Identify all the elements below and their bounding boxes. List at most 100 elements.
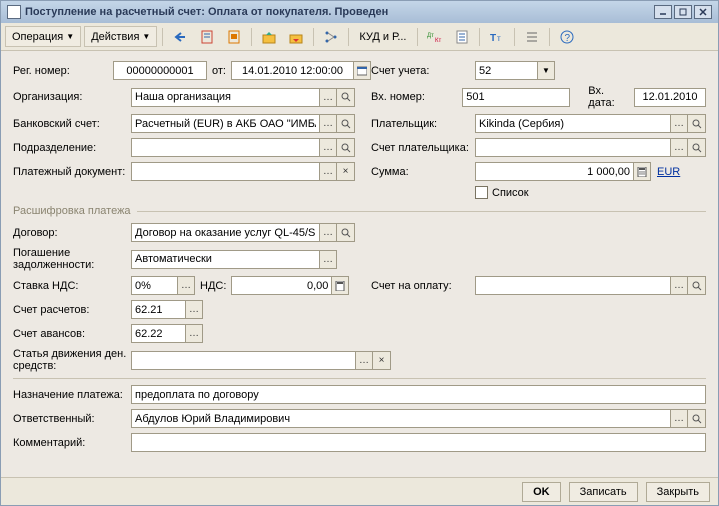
pogashenie-field[interactable] bbox=[131, 250, 319, 269]
actions-label: Действия bbox=[91, 31, 139, 43]
ellipsis-icon[interactable]: … bbox=[670, 409, 688, 428]
label-subdiv: Подразделение: bbox=[13, 142, 131, 154]
close-button[interactable] bbox=[694, 5, 712, 19]
payer-acct-field[interactable] bbox=[475, 138, 670, 157]
back-button[interactable] bbox=[168, 26, 192, 47]
magnify-icon[interactable] bbox=[337, 223, 355, 242]
ellipsis-icon[interactable]: … bbox=[670, 114, 688, 133]
operation-label: Операция bbox=[12, 31, 63, 43]
cashflow-field[interactable] bbox=[131, 351, 355, 370]
label-bank-acct: Банковский счет: bbox=[13, 118, 131, 130]
chevron-down-icon: ▼ bbox=[66, 32, 74, 41]
magnify-icon[interactable] bbox=[688, 114, 706, 133]
spisok-checkbox[interactable] bbox=[475, 186, 488, 199]
pay-doc-field[interactable] bbox=[131, 162, 319, 181]
label-invoice: Счет на оплату: bbox=[371, 280, 475, 292]
tt-button[interactable]: Tт bbox=[485, 26, 509, 47]
subdiv-field[interactable] bbox=[131, 138, 319, 157]
label-vat-rate: Ставка НДС: bbox=[13, 280, 131, 292]
ellipsis-icon[interactable]: … bbox=[319, 138, 337, 157]
label-org: Организация: bbox=[13, 91, 131, 103]
label-payer-acct: Счет плательщика: bbox=[371, 142, 475, 154]
footer: OK Записать Закрыть bbox=[1, 477, 718, 505]
label-summa: Сумма: bbox=[371, 166, 475, 178]
help-button[interactable]: ? bbox=[555, 26, 579, 47]
magnify-icon[interactable] bbox=[688, 409, 706, 428]
label-responsible: Ответственный: bbox=[13, 413, 131, 425]
actions-menu[interactable]: Действия ▼ bbox=[84, 26, 157, 47]
ok-button[interactable]: OK bbox=[522, 482, 561, 502]
orange-doc-button[interactable] bbox=[222, 26, 246, 47]
clear-icon[interactable]: × bbox=[337, 162, 355, 181]
comment-field[interactable] bbox=[131, 433, 706, 452]
label-acct-advance: Счет авансов: bbox=[13, 328, 131, 340]
reg-number-field[interactable] bbox=[113, 61, 207, 80]
vh-nomer-field[interactable] bbox=[462, 88, 570, 107]
magnify-icon[interactable] bbox=[337, 88, 355, 107]
ellipsis-icon[interactable]: … bbox=[355, 351, 373, 370]
label-contract: Договор: bbox=[13, 227, 131, 239]
save-button[interactable]: Записать bbox=[569, 482, 638, 502]
vat-rate-field[interactable] bbox=[131, 276, 177, 295]
label-uchet: Счет учета: bbox=[371, 65, 475, 77]
dtkt-button[interactable]: ДтКт bbox=[423, 26, 447, 47]
ellipsis-icon[interactable]: … bbox=[185, 324, 203, 343]
ellipsis-icon[interactable]: … bbox=[319, 88, 337, 107]
label-vh-nomer: Вх. номер: bbox=[371, 91, 462, 103]
magnify-icon[interactable] bbox=[337, 114, 355, 133]
label-purpose: Назначение платежа: bbox=[13, 389, 131, 401]
folder-up-button[interactable] bbox=[257, 26, 281, 47]
calculator-icon[interactable] bbox=[331, 276, 349, 295]
list-button[interactable] bbox=[520, 26, 544, 47]
ellipsis-icon[interactable]: … bbox=[185, 300, 203, 319]
document-button[interactable] bbox=[195, 26, 219, 47]
ellipsis-icon[interactable]: … bbox=[319, 162, 337, 181]
close-footer-button[interactable]: Закрыть bbox=[646, 482, 710, 502]
folder-down-button[interactable] bbox=[284, 26, 308, 47]
magnify-icon[interactable] bbox=[688, 138, 706, 157]
invoice-field[interactable] bbox=[475, 276, 670, 295]
tree-button[interactable] bbox=[319, 26, 343, 47]
ellipsis-icon[interactable]: … bbox=[670, 276, 688, 295]
purpose-field[interactable] bbox=[131, 385, 706, 404]
contract-field[interactable] bbox=[131, 223, 319, 242]
payer-field[interactable] bbox=[475, 114, 670, 133]
sheet-button[interactable] bbox=[450, 26, 474, 47]
label-spisok: Список bbox=[492, 187, 529, 199]
ellipsis-icon[interactable]: … bbox=[319, 114, 337, 133]
label-payer: Плательщик: bbox=[371, 118, 475, 130]
kud-label: КУД и Р... bbox=[359, 31, 406, 43]
magnify-icon[interactable] bbox=[337, 138, 355, 157]
window-title: Поступление на расчетный счет: Оплата от… bbox=[25, 6, 388, 18]
magnify-icon[interactable] bbox=[688, 276, 706, 295]
label-acct-settlement: Счет расчетов: bbox=[13, 304, 131, 316]
org-field[interactable] bbox=[131, 88, 319, 107]
bank-acct-field[interactable] bbox=[131, 114, 319, 133]
ellipsis-icon[interactable]: … bbox=[319, 250, 337, 269]
calculator-icon[interactable] bbox=[633, 162, 651, 181]
datetime-field[interactable] bbox=[231, 61, 353, 80]
uchet-value: 52 bbox=[479, 65, 491, 77]
operation-menu[interactable]: Операция ▼ bbox=[5, 26, 81, 47]
kud-button[interactable]: КУД и Р... bbox=[354, 26, 411, 47]
minimize-button[interactable] bbox=[654, 5, 672, 19]
uchet-select[interactable]: 52 ▼ bbox=[475, 61, 555, 80]
section-title: Расшифровка платежа bbox=[13, 205, 131, 217]
currency-link[interactable]: EUR bbox=[657, 166, 680, 178]
ellipsis-icon[interactable]: … bbox=[319, 223, 337, 242]
label-comment: Комментарий: bbox=[13, 437, 131, 449]
maximize-button[interactable] bbox=[674, 5, 692, 19]
vh-data-field[interactable] bbox=[634, 88, 706, 107]
summa-field[interactable] bbox=[475, 162, 633, 181]
ellipsis-icon[interactable]: … bbox=[670, 138, 688, 157]
vat-amount-field[interactable] bbox=[231, 276, 331, 295]
svg-text:T: T bbox=[490, 33, 496, 43]
toolbar: Операция ▼ Действия ▼ КУД и Р... ДтКт Tт… bbox=[1, 23, 718, 51]
acct-settlement-field[interactable] bbox=[131, 300, 185, 319]
calendar-icon[interactable] bbox=[353, 61, 371, 80]
responsible-field[interactable] bbox=[131, 409, 670, 428]
ellipsis-icon[interactable]: … bbox=[177, 276, 195, 295]
clear-icon[interactable]: × bbox=[373, 351, 391, 370]
acct-advance-field[interactable] bbox=[131, 324, 185, 343]
titlebar: Поступление на расчетный счет: Оплата от… bbox=[1, 1, 718, 23]
